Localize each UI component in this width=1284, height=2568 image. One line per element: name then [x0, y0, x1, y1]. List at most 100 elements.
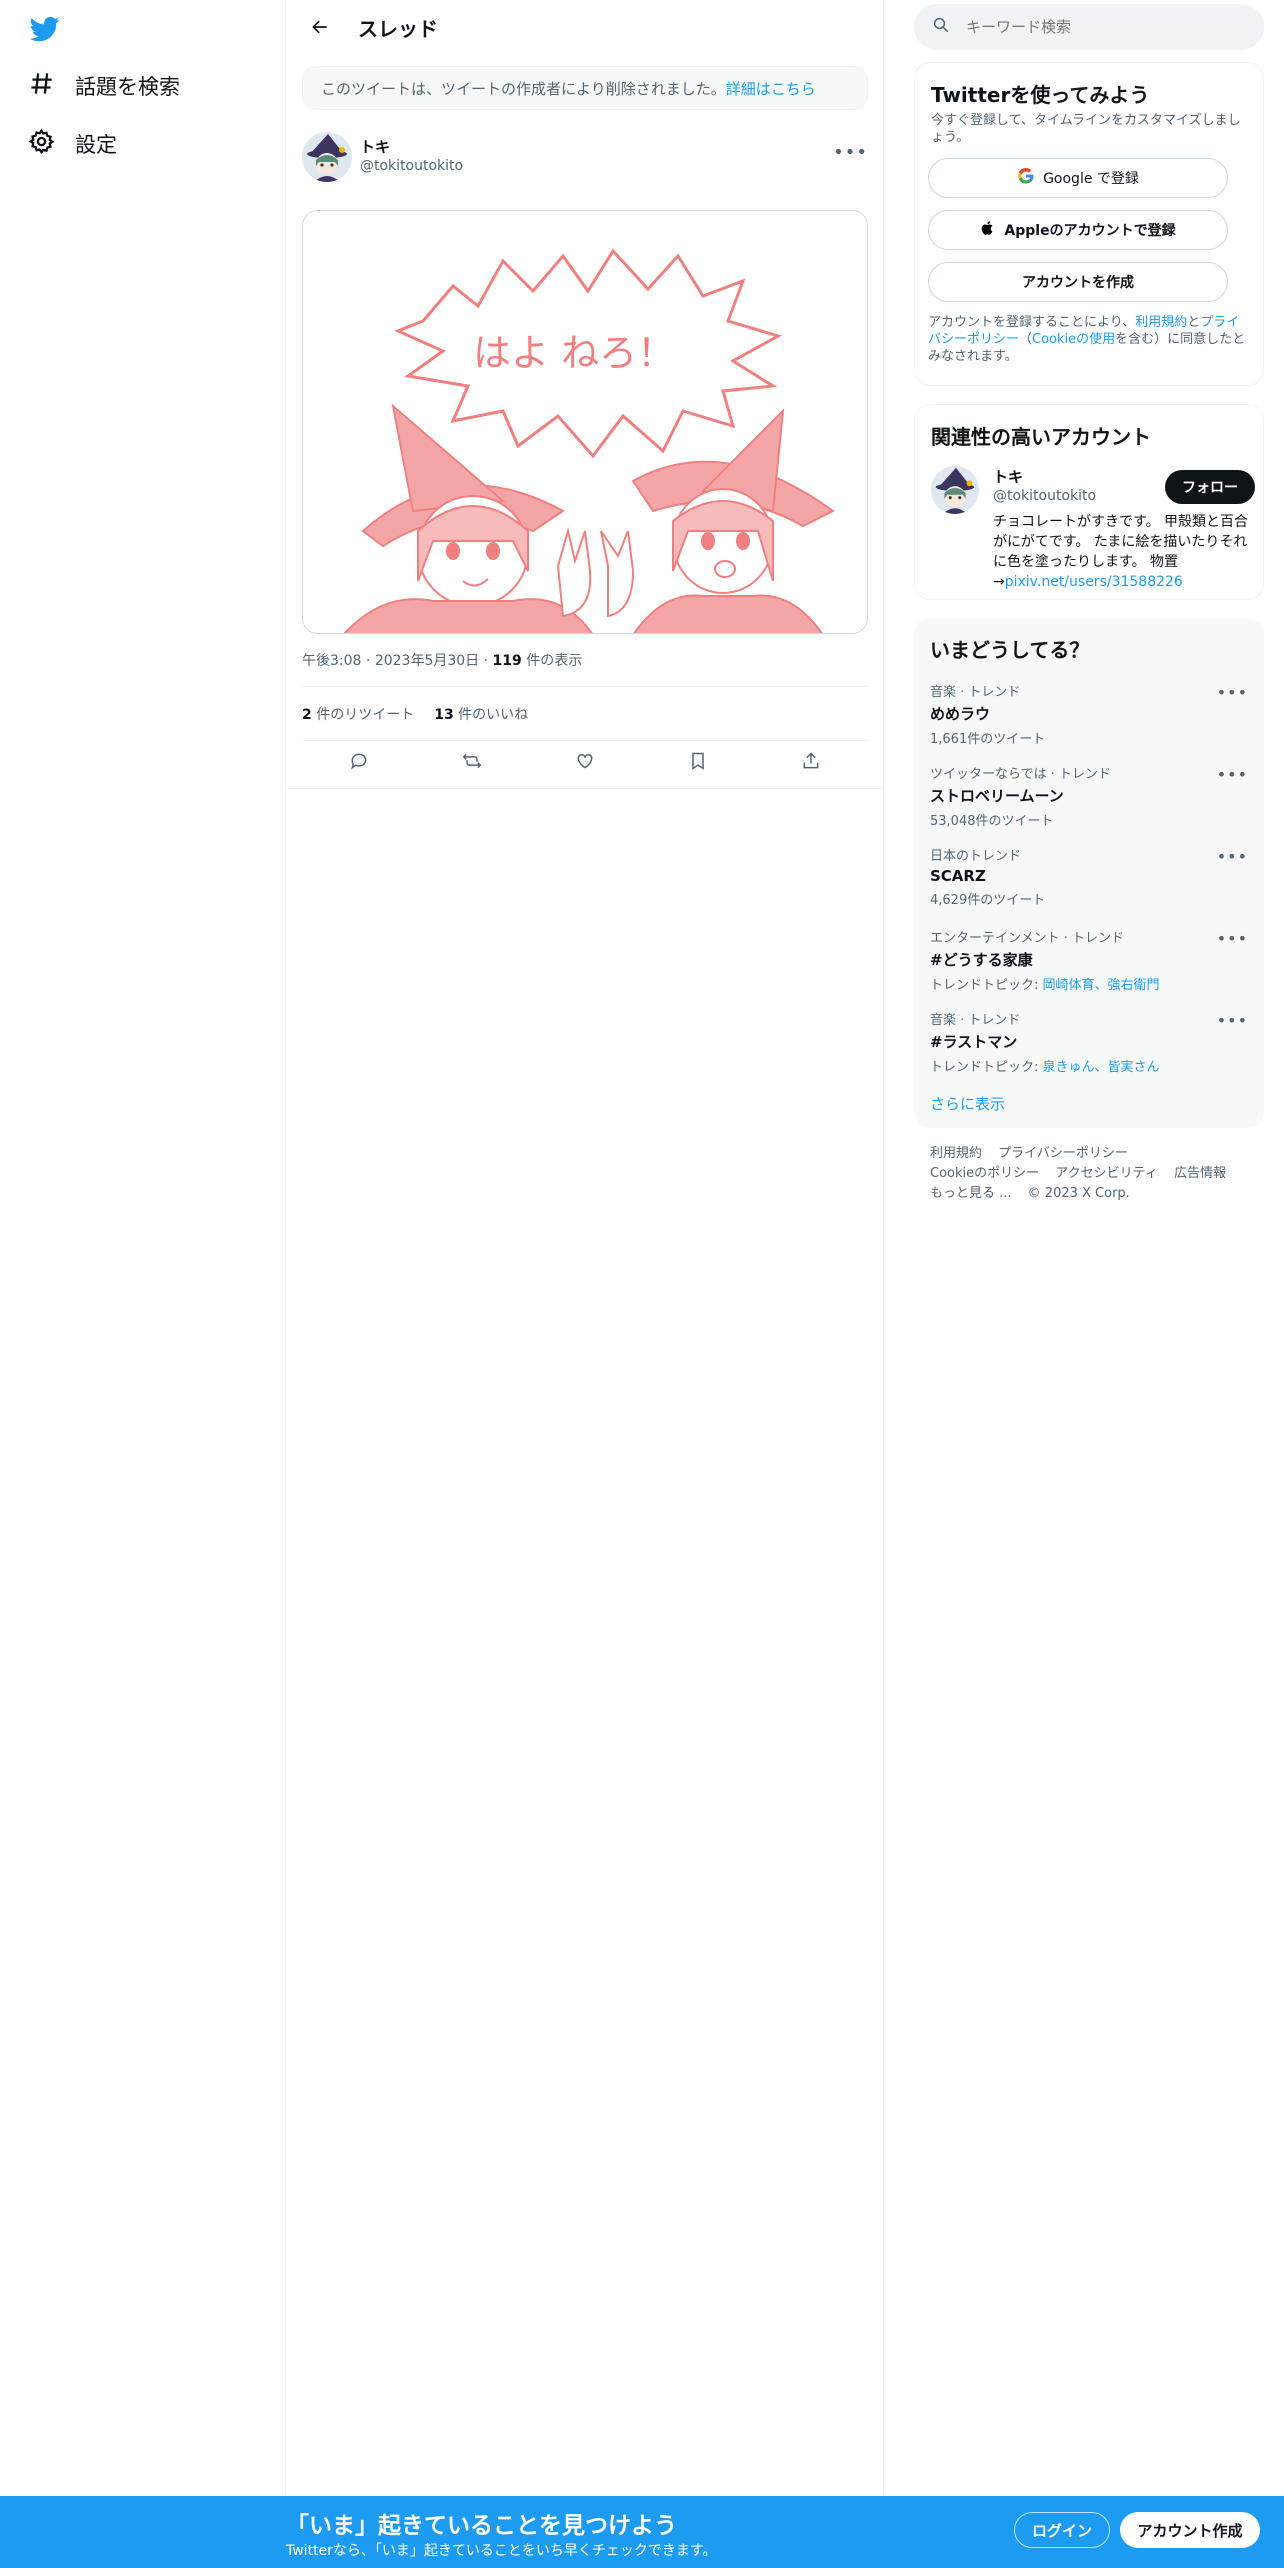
show-more-link[interactable]: さらに表示 — [914, 1079, 1264, 1134]
learn-more-link[interactable]: 詳細はこちら — [726, 80, 816, 98]
page-title: スレッド — [358, 16, 438, 41]
search-bar[interactable] — [914, 4, 1264, 50]
divider — [302, 740, 868, 741]
related-title: 関連性の高いアカウント — [931, 425, 1151, 449]
main-column: スレッド このツイートは、ツイートの作成者により削除されました。詳細はこちら ト… — [286, 0, 884, 2500]
trend-topic-links[interactable]: 岡崎体育、強右衛門 — [1043, 978, 1160, 993]
legal-text: （ — [1019, 332, 1033, 347]
deleted-tweet-notice: このツイートは、ツイートの作成者により削除されました。詳細はこちら — [302, 66, 868, 110]
retweet-icon[interactable] — [462, 751, 482, 775]
tweet-timestamp[interactable]: 午後3:08 · 2023年5月30日 · 119 件の表示 — [302, 650, 582, 670]
signup-card: Twitterを使ってみよう 今すぐ登録して、タイムラインをカスタマイズしましょ… — [914, 62, 1264, 386]
trend-name: ストロベリームーン — [930, 787, 1064, 805]
more-options-icon[interactable]: ••• — [1217, 847, 1248, 866]
likes-label: 件のいいね — [453, 707, 529, 723]
deleted-notice-text: このツイートは、ツイートの作成者により削除されました。 — [321, 80, 726, 98]
google-signup-label: Google で登録 — [1043, 171, 1139, 187]
follow-button[interactable]: フォロー — [1165, 470, 1255, 504]
login-button[interactable]: ログイン — [1014, 2512, 1110, 2548]
divider — [286, 788, 884, 789]
trend-item[interactable]: 音楽 · トレンド #ラストマン トレンドトピック: 泉きゅん、皆実さん ••• — [914, 997, 1264, 1079]
apple-signup-button[interactable]: Appleのアカウントで登録 — [928, 210, 1228, 250]
bottom-signup-bar: 「いま」起きていることを見つけよう Twitterなら、「いま」起きていることを… — [0, 2496, 1284, 2568]
avatar[interactable] — [931, 466, 979, 514]
author-name[interactable]: トキ — [360, 136, 390, 157]
trend-item[interactable]: ツイッターならでは · トレンド ストロベリームーン 53,048件のツイート … — [914, 751, 1264, 833]
trend-topics: トレンドトピック: 泉きゅん、皆実さん — [930, 1056, 1248, 1075]
nav-item-label: 設定 — [75, 133, 117, 157]
more-options-icon[interactable]: ••• — [833, 142, 868, 163]
signup-legal-text: アカウントを登録することにより、利用規約とプライバシーポリシー（Cookieの使… — [928, 314, 1247, 365]
nav-item-label: 話題を検索 — [75, 75, 180, 99]
reply-icon[interactable] — [349, 751, 369, 775]
twitter-logo-icon[interactable] — [28, 14, 62, 44]
avatar[interactable] — [302, 132, 352, 182]
trends-title: いまどうしてる？ — [930, 638, 1090, 662]
related-bio: チョコレートがすきです。 甲殻類と百合がにがてです。 たまに絵を描いたりそれに色… — [993, 512, 1249, 592]
divider — [302, 686, 868, 687]
author-handle[interactable]: @tokitoutokito — [360, 158, 463, 174]
apple-signup-label: Appleのアカウントで登録 — [1004, 223, 1176, 239]
trend-name: #どうする家康 — [930, 951, 1033, 969]
nav-item-explore[interactable]: 話題を検索 — [28, 70, 180, 102]
trend-category: 音楽 · トレンド — [930, 1013, 1021, 1028]
bookmark-icon[interactable] — [688, 751, 708, 775]
signup-subtitle: 今すぐ登録して、タイムラインをカスタマイズしましょう。 — [931, 113, 1241, 145]
more-options-icon[interactable]: ••• — [1217, 765, 1248, 784]
trend-item[interactable]: エンターテインメント · トレンド #どうする家康 トレンドトピック: 岡崎体育… — [914, 915, 1264, 997]
cookie-link[interactable]: Cookieの使用 — [1032, 332, 1115, 347]
trend-name: SCARZ — [930, 867, 986, 885]
google-signup-button[interactable]: Google で登録 — [928, 158, 1228, 198]
tweet-actions — [302, 748, 868, 778]
trends-card: いまどうしてる？ 音楽 · トレンド めめラウ 1,661件のツイート ••• … — [914, 618, 1264, 1128]
footer-more-link[interactable]: もっと見る ... — [930, 1186, 1012, 1201]
footer-links: 利用規約 プライバシーポリシー Cookieのポリシー アクセシビリティ 広告情… — [930, 1144, 1250, 1204]
footer-cookie-link[interactable]: Cookieのポリシー — [930, 1166, 1039, 1181]
related-name[interactable]: トキ — [993, 466, 1023, 487]
trend-item[interactable]: 日本のトレンド SCARZ 4,629件のツイート ••• — [914, 833, 1264, 915]
google-icon — [1017, 167, 1035, 189]
tweet-time: 午後3:08 — [302, 653, 362, 669]
more-options-icon[interactable]: ••• — [1217, 683, 1248, 702]
tweet-author: トキ @tokitoutokito ••• — [302, 132, 868, 184]
footer-accessibility-link[interactable]: アクセシビリティ — [1055, 1166, 1158, 1181]
page: 話題を検索 設定 スレッド このツイートは、ツイートの作成者により削除されました… — [0, 0, 1284, 2568]
trend-topic-label: トレンドトピック: — [930, 1060, 1043, 1075]
drawing-image: はよ ねろ！ — [303, 211, 867, 633]
more-options-icon[interactable]: ••• — [1217, 1011, 1248, 1030]
nav-item-settings[interactable]: 設定 — [28, 128, 117, 160]
create-account-label: アカウントを作成 — [1022, 275, 1134, 291]
signup-button[interactable]: アカウント作成 — [1120, 2512, 1260, 2548]
retweets-stat[interactable]: 2 件のリツイート — [302, 704, 414, 724]
signup-title: Twitterを使ってみよう — [931, 83, 1150, 107]
likes-stat[interactable]: 13 件のいいね — [434, 704, 528, 724]
terms-link[interactable]: 利用規約 — [1135, 315, 1187, 330]
tweet-image[interactable]: はよ ねろ！ — [302, 210, 868, 634]
speech-text: はよ ねろ！ — [473, 331, 675, 375]
related-handle[interactable]: @tokitoutokito — [993, 488, 1096, 504]
footer-ads-link[interactable]: 広告情報 — [1174, 1166, 1226, 1181]
bottom-bar-subtitle: Twitterなら、「いま」起きていることをいち早くチェックできます。 — [286, 2543, 717, 2559]
more-options-icon[interactable]: ••• — [1217, 929, 1248, 948]
gear-icon — [28, 128, 55, 160]
footer-copyright: © 2023 X Corp. — [1027, 1186, 1130, 1201]
trend-item[interactable]: 音楽 · トレンド めめラウ 1,661件のツイート ••• — [914, 669, 1264, 751]
footer-privacy-link[interactable]: プライバシーポリシー — [998, 1146, 1128, 1161]
back-arrow-icon[interactable] — [302, 9, 338, 45]
share-icon[interactable] — [801, 751, 821, 775]
trend-category: エンターテインメント · トレンド — [930, 931, 1125, 946]
search-icon — [932, 16, 950, 38]
trend-count: 53,048件のツイート — [930, 814, 1054, 829]
related-accounts-card: 関連性の高いアカウント トキ @tokitoutokito フォロー チョコレー… — [914, 404, 1264, 600]
search-input[interactable] — [966, 18, 1226, 36]
views-count: 119 — [492, 653, 522, 669]
create-account-button[interactable]: アカウントを作成 — [928, 262, 1228, 302]
bio-link[interactable]: pixiv.net/users/31588226 — [1005, 574, 1183, 590]
left-nav: 話題を検索 設定 — [0, 0, 286, 2568]
trend-topic-links[interactable]: 泉きゅん、皆実さん — [1043, 1060, 1160, 1075]
footer-terms-link[interactable]: 利用規約 — [930, 1146, 982, 1161]
like-icon[interactable] — [575, 751, 595, 775]
related-account[interactable]: トキ @tokitoutokito フォロー チョコレートがすきです。 甲殻類と… — [915, 454, 1263, 594]
trend-category: 日本のトレンド — [930, 849, 1022, 864]
legal-text: アカウントを登録することにより、 — [928, 315, 1136, 330]
